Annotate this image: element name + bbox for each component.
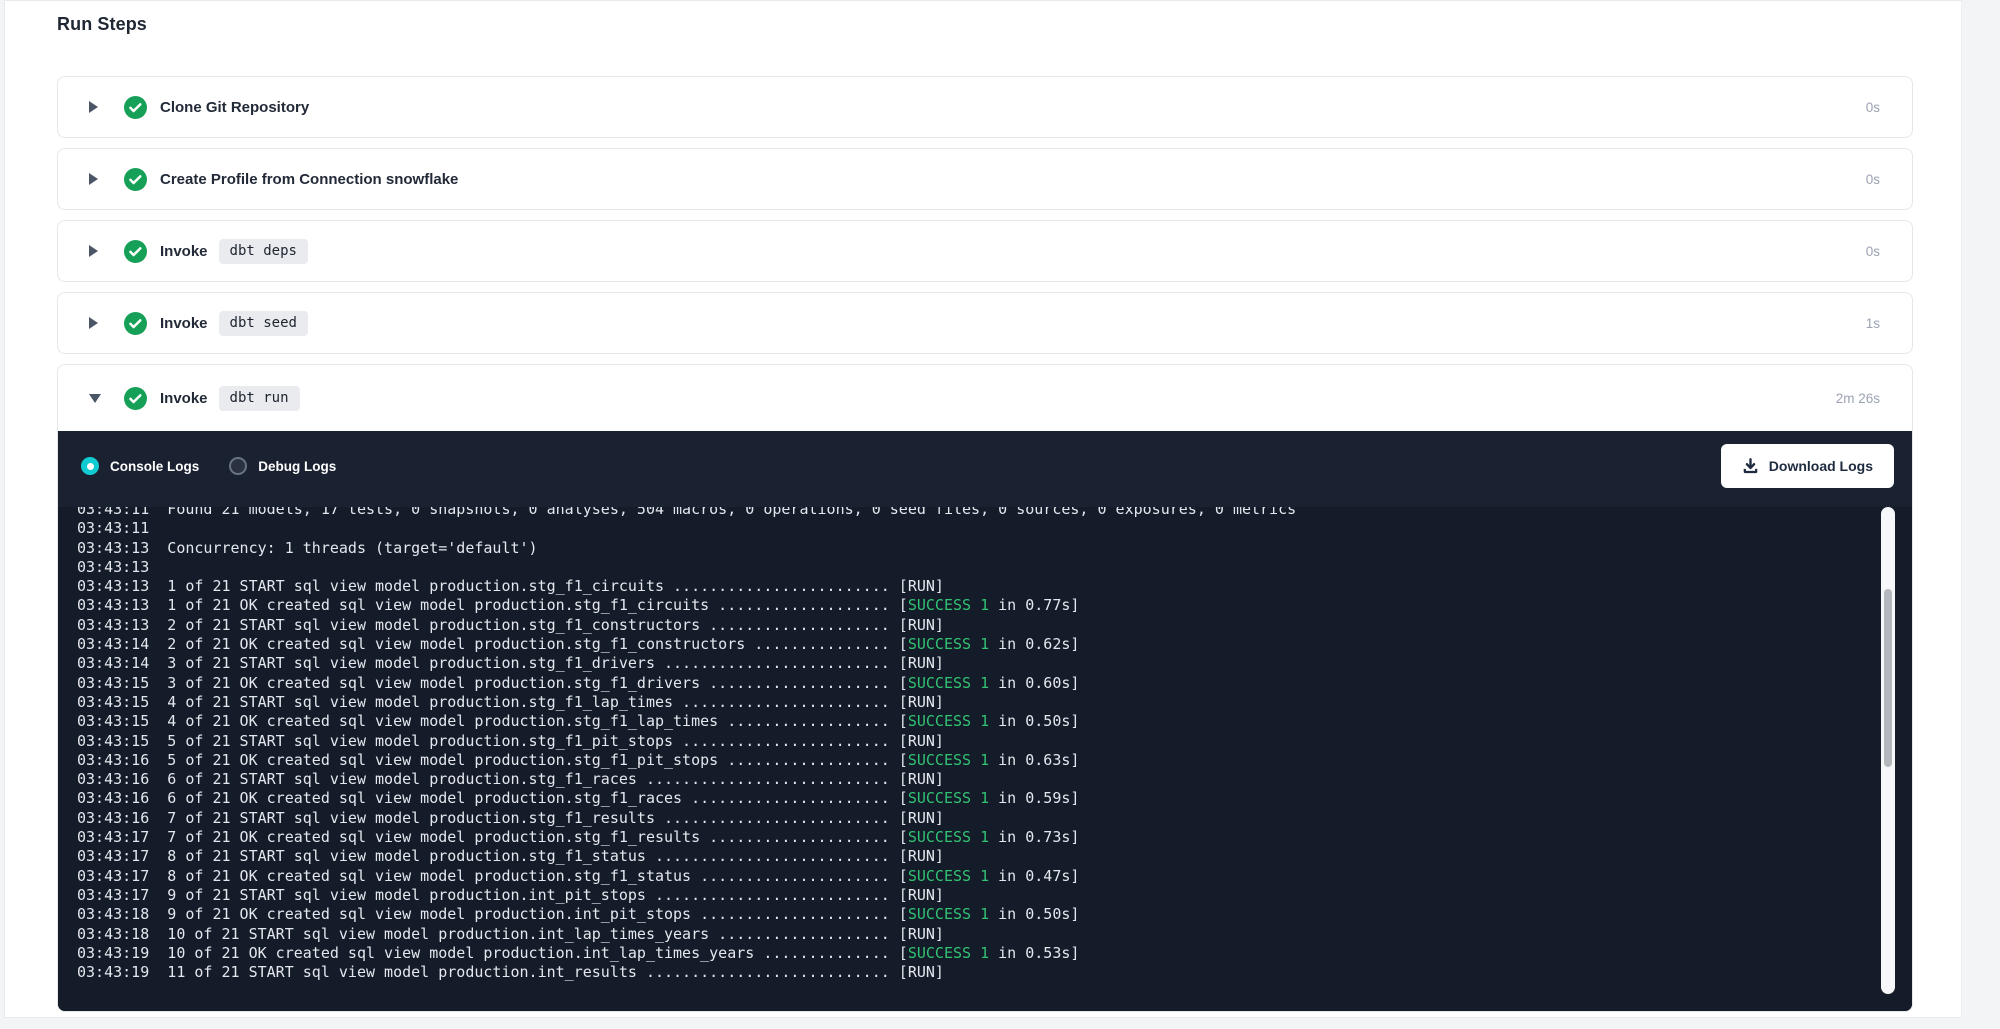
log-line: 03:43:16 7 of 21 START sql view model pr…	[77, 809, 1912, 828]
chevron-right-icon[interactable]	[89, 245, 98, 257]
chevron-right-icon[interactable]	[89, 101, 98, 113]
tab-console-logs[interactable]: Console Logs	[81, 457, 199, 475]
download-icon	[1742, 458, 1759, 475]
run-step-row[interactable]: Create Profile from Connection snowflake…	[57, 148, 1913, 210]
log-line: 03:43:13 1 of 21 START sql view model pr…	[77, 577, 1912, 596]
log-line: 03:43:14 2 of 21 OK created sql view mod…	[77, 635, 1912, 654]
log-success-status: SUCCESS 1	[908, 789, 989, 807]
step-duration: 0s	[1866, 172, 1896, 187]
status-success-icon	[124, 168, 147, 191]
tab-debug-logs[interactable]: Debug Logs	[229, 457, 336, 475]
chevron-down-icon[interactable]	[89, 394, 101, 403]
step-duration: 0s	[1866, 100, 1896, 115]
status-success-icon	[124, 96, 147, 119]
step-card-expanded: Invoke dbt run 2m 26s Console Logs Debug…	[57, 364, 1913, 1012]
step-label: Invoke	[160, 243, 208, 260]
log-line: 03:43:17 8 of 21 START sql view model pr…	[77, 847, 1912, 866]
chevron-right-icon[interactable]	[89, 317, 98, 329]
log-line: 03:43:19 10 of 21 OK created sql view mo…	[77, 944, 1912, 963]
log-line: 03:43:18 10 of 21 START sql view model p…	[77, 925, 1912, 944]
log-line: 03:43:19 11 of 21 START sql view model p…	[77, 963, 1912, 982]
log-line: 03:43:18 9 of 21 OK created sql view mod…	[77, 905, 1912, 924]
step-duration: 0s	[1866, 244, 1896, 259]
page-title: Run Steps	[57, 14, 1917, 35]
console-toolbar: Console Logs Debug Logs Download Logs	[58, 431, 1912, 507]
step-label: Create Profile from Connection snowflake	[160, 171, 458, 188]
scrollbar-track[interactable]	[1881, 507, 1895, 994]
radio-unselected-icon[interactable]	[229, 457, 247, 475]
log-line: 03:43:16 6 of 21 OK created sql view mod…	[77, 789, 1912, 808]
log-line: 03:43:13 1 of 21 OK created sql view mod…	[77, 596, 1912, 615]
step-duration: 2m 26s	[1836, 391, 1896, 406]
log-line: 03:43:15 4 of 21 START sql view model pr…	[77, 693, 1912, 712]
log-success-status: SUCCESS 1	[908, 751, 989, 769]
download-logs-label: Download Logs	[1769, 458, 1873, 474]
log-success-status: SUCCESS 1	[908, 867, 989, 885]
log-success-status: SUCCESS 1	[908, 905, 989, 923]
run-steps-list: Clone Git Repository0sCreate Profile fro…	[57, 76, 1913, 1012]
scrollbar-thumb[interactable]	[1884, 589, 1892, 767]
log-success-status: SUCCESS 1	[908, 828, 989, 846]
console-panel: Console Logs Debug Logs Download Logs	[58, 431, 1912, 1011]
log-success-status: SUCCESS 1	[908, 712, 989, 730]
log-success-status: SUCCESS 1	[908, 635, 989, 653]
step-command-badge: dbt deps	[219, 239, 308, 264]
step-duration: 1s	[1866, 316, 1896, 331]
radio-selected-icon[interactable]	[81, 457, 99, 475]
run-step-row[interactable]: Invoke dbt deps 0s	[57, 220, 1913, 282]
log-line: 03:43:13 Concurrency: 1 threads (target=…	[77, 539, 1912, 558]
log-line: 03:43:17 8 of 21 OK created sql view mod…	[77, 867, 1912, 886]
log-line: 03:43:15 5 of 21 START sql view model pr…	[77, 732, 1912, 751]
run-step-row[interactable]: Clone Git Repository 0s	[57, 76, 1913, 138]
status-success-icon	[124, 312, 147, 335]
log-success-status: SUCCESS 1	[908, 674, 989, 692]
log-body: 03:43:11 Found 21 models, 17 tests, 0 sn…	[77, 507, 1912, 982]
log-success-status: SUCCESS 1	[908, 944, 989, 962]
log-line: 03:43:16 5 of 21 OK created sql view mod…	[77, 751, 1912, 770]
run-details-panel: Run Steps Clone Git Repository0sCreate P…	[4, 0, 1962, 1018]
run-step-row[interactable]: Invoke dbt seed 1s	[57, 292, 1913, 354]
log-line: 03:43:13 2 of 21 START sql view model pr…	[77, 616, 1912, 635]
log-line: 03:43:13	[77, 558, 1912, 577]
log-line: 03:43:17 7 of 21 OK created sql view mod…	[77, 828, 1912, 847]
run-step-row[interactable]: Invoke dbt run 2m 26s	[58, 365, 1912, 431]
log-success-status: SUCCESS 1	[908, 596, 989, 614]
step-label: Invoke	[160, 315, 208, 332]
status-success-icon	[124, 240, 147, 263]
step-label: Clone Git Repository	[160, 99, 309, 116]
download-logs-button[interactable]: Download Logs	[1721, 444, 1894, 488]
log-line: 03:43:16 6 of 21 START sql view model pr…	[77, 770, 1912, 789]
log-line: 03:43:14 3 of 21 START sql view model pr…	[77, 654, 1912, 673]
step-command-badge: dbt seed	[219, 311, 308, 336]
log-line: 03:43:15 4 of 21 OK created sql view mod…	[77, 712, 1912, 731]
log-line: 03:43:11	[77, 519, 1912, 538]
debug-logs-label: Debug Logs	[258, 459, 336, 474]
step-label: Invoke	[160, 390, 208, 407]
chevron-right-icon[interactable]	[89, 173, 98, 185]
console-logs-label: Console Logs	[110, 459, 199, 474]
console-log-viewport[interactable]: 03:43:11 Found 21 models, 17 tests, 0 sn…	[58, 507, 1912, 1011]
log-line: 03:43:11 Found 21 models, 17 tests, 0 sn…	[77, 507, 1912, 519]
log-line: 03:43:15 3 of 21 OK created sql view mod…	[77, 674, 1912, 693]
step-command-badge: dbt run	[219, 386, 300, 411]
log-line: 03:43:17 9 of 21 START sql view model pr…	[77, 886, 1912, 905]
status-success-icon	[124, 387, 147, 410]
